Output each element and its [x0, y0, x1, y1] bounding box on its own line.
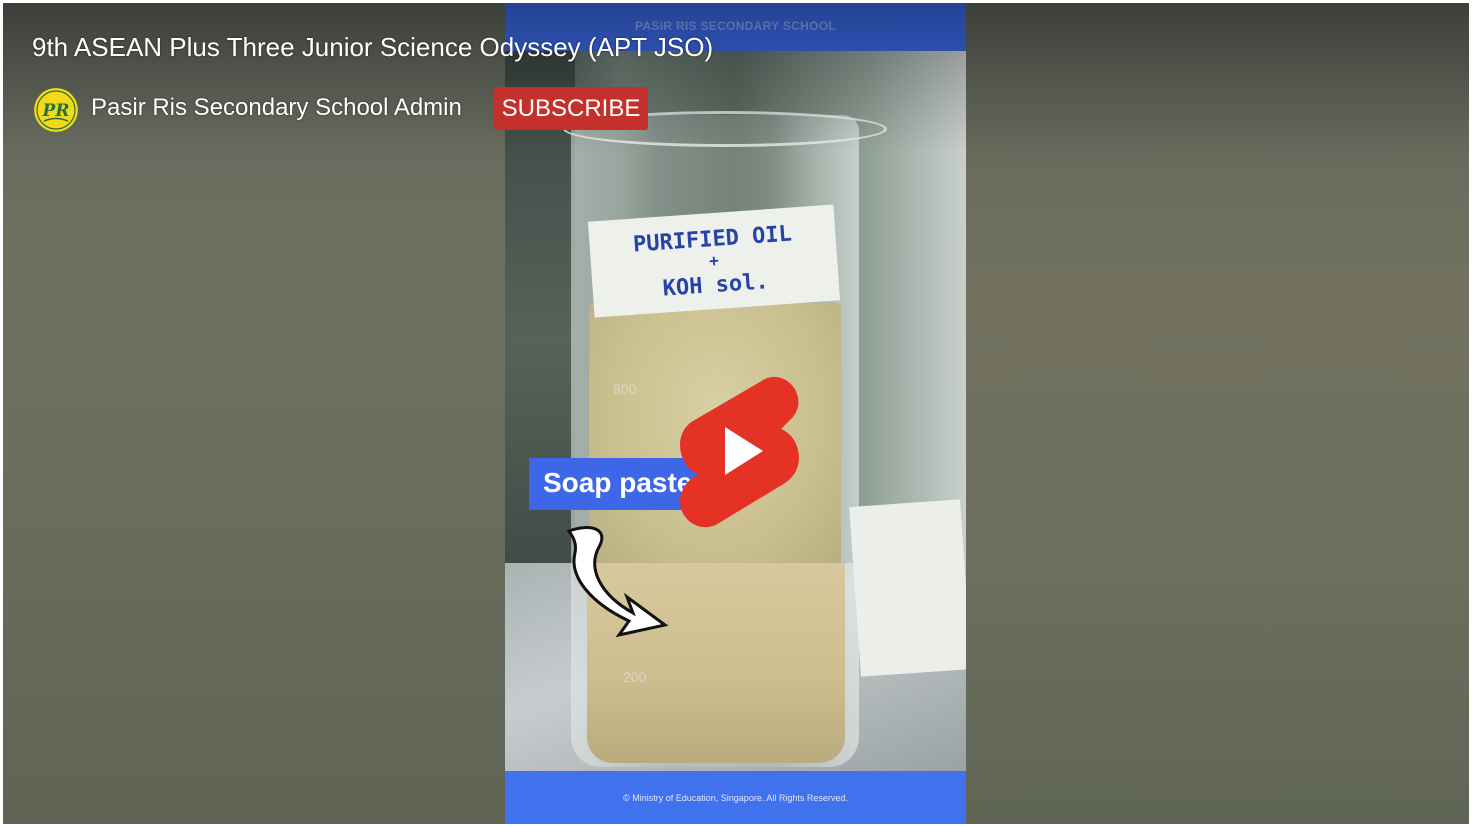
blurred-background-left [3, 3, 505, 824]
paper-sheet [849, 499, 966, 677]
play-button[interactable] [675, 371, 803, 537]
copyright-text: © Ministry of Education, Singapore. All … [623, 793, 848, 803]
curved-arrow-icon [566, 526, 669, 638]
beaker-mark-lower: 200 [623, 669, 647, 685]
subscribe-button[interactable]: SUBSCRIBE [494, 87, 648, 130]
video-player[interactable]: PURIFIED OIL + KOH sol. 800 200 Soap pas… [3, 3, 1469, 824]
frame-header-text: PASIR RIS SECONDARY SCHOOL [635, 19, 836, 33]
beaker-mark-upper: 800 [613, 381, 637, 397]
video-title[interactable]: 9th ASEAN Plus Three Junior Science Odys… [32, 32, 713, 63]
blurred-background-right [966, 3, 1469, 824]
beaker-label: PURIFIED OIL + KOH sol. [587, 204, 841, 318]
channel-avatar[interactable]: PR [34, 88, 78, 132]
channel-name[interactable]: Pasir Ris Secondary School Admin [91, 94, 462, 122]
school-logo-icon: PR [34, 88, 78, 132]
youtube-shorts-play-icon [679, 376, 799, 528]
